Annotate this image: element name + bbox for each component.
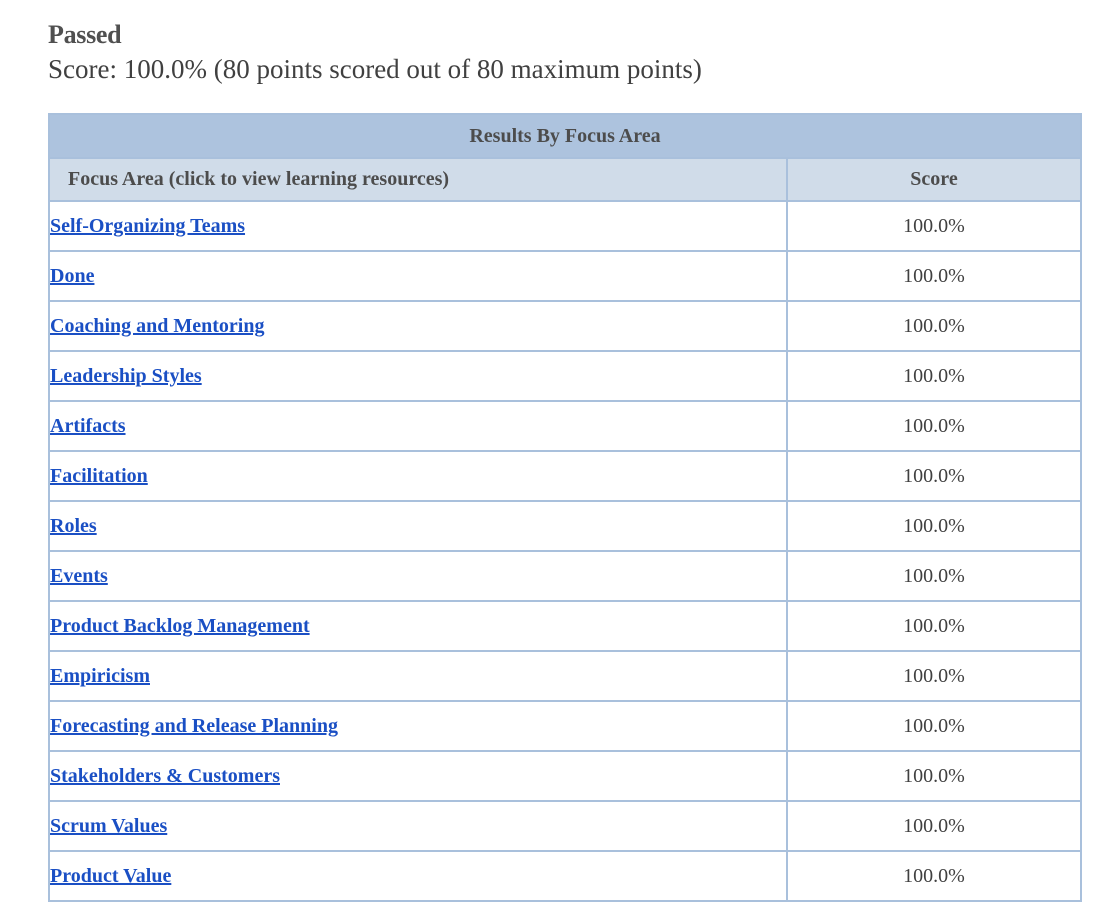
focus-area-link[interactable]: Scrum Values: [50, 815, 167, 837]
focus-area-cell: Leadership Styles: [48, 350, 788, 402]
table-body: Self-Organizing Teams 100.0% Done 100.0% Coa…: [48, 200, 1082, 902]
score-cell: 100.0%: [786, 800, 1082, 852]
focus-area-cell: Events: [48, 550, 788, 602]
focus-area-cell: Done: [48, 250, 788, 302]
result-status: Passed: [48, 20, 122, 49]
table-title: Results By Focus Area: [48, 113, 1082, 159]
score-cell: 100.0%: [786, 250, 1082, 302]
table-row: Leadership Styles 100.0%: [48, 350, 1082, 402]
focus-area-cell: Forecasting and Release Planning: [48, 700, 788, 752]
table-row: Done 100.0%: [48, 250, 1082, 302]
focus-area-cell: Self-Organizing Teams: [48, 200, 788, 252]
table-row: Events 100.0%: [48, 550, 1082, 602]
score-cell: 100.0%: [786, 400, 1082, 452]
score-cell: 100.0%: [786, 200, 1082, 252]
score-cell: 100.0%: [786, 850, 1082, 902]
score-cell: 100.0%: [786, 450, 1082, 502]
focus-area-cell: Coaching and Mentoring: [48, 300, 788, 352]
focus-area-link[interactable]: Forecasting and Release Planning: [50, 715, 338, 737]
table-header-row: Focus Area (click to view learning resou…: [48, 157, 1082, 202]
table-row: Facilitation 100.0%: [48, 450, 1082, 502]
table-row: Artifacts 100.0%: [48, 400, 1082, 452]
focus-area-cell: Product Value: [48, 850, 788, 902]
score-summary: Score: 100.0% (80 points scored out of 8…: [48, 54, 702, 84]
focus-area-link[interactable]: Empiricism: [50, 665, 150, 687]
table-row: Forecasting and Release Planning 100.0%: [48, 700, 1082, 752]
score-cell: 100.0%: [786, 600, 1082, 652]
table-row: Empiricism 100.0%: [48, 650, 1082, 702]
table-row: Scrum Values 100.0%: [48, 800, 1082, 852]
table-title-row: Results By Focus Area: [48, 113, 1082, 159]
focus-area-cell: Artifacts: [48, 400, 788, 452]
focus-area-cell: Facilitation: [48, 450, 788, 502]
score-cell: 100.0%: [786, 350, 1082, 402]
focus-area-link[interactable]: Facilitation: [50, 465, 148, 487]
table-row: Stakeholders & Customers 100.0%: [48, 750, 1082, 802]
focus-area-link[interactable]: Coaching and Mentoring: [50, 315, 264, 337]
focus-area-link[interactable]: Stakeholders & Customers: [50, 765, 280, 787]
table-row: Product Backlog Management 100.0%: [48, 600, 1082, 652]
focus-area-cell: Scrum Values: [48, 800, 788, 852]
table-row: Coaching and Mentoring 100.0%: [48, 300, 1082, 352]
table-row: Product Value 100.0%: [48, 850, 1082, 902]
focus-area-column-header: Focus Area (click to view learning resou…: [48, 157, 788, 202]
focus-area-link[interactable]: Roles: [50, 515, 97, 537]
focus-area-link[interactable]: Self-Organizing Teams: [50, 215, 245, 237]
score-cell: 100.0%: [786, 750, 1082, 802]
score-cell: 100.0%: [786, 700, 1082, 752]
focus-area-cell: Stakeholders & Customers: [48, 750, 788, 802]
score-cell: 100.0%: [786, 650, 1082, 702]
results-table: Results By Focus Area Focus Area (click …: [48, 113, 1082, 902]
score-column-header: Score: [786, 157, 1082, 202]
table-row: Roles 100.0%: [48, 500, 1082, 552]
focus-area-link[interactable]: Product Backlog Management: [50, 615, 310, 637]
score-cell: 100.0%: [786, 550, 1082, 602]
score-cell: 100.0%: [786, 300, 1082, 352]
focus-area-link[interactable]: Done: [50, 265, 94, 287]
score-cell: 100.0%: [786, 500, 1082, 552]
focus-area-cell: Roles: [48, 500, 788, 552]
table-row: Self-Organizing Teams 100.0%: [48, 200, 1082, 252]
focus-area-cell: Empiricism: [48, 650, 788, 702]
focus-area-link[interactable]: Events: [50, 565, 108, 587]
focus-area-link[interactable]: Leadership Styles: [50, 365, 202, 387]
focus-area-cell: Product Backlog Management: [48, 600, 788, 652]
focus-area-link[interactable]: Product Value: [50, 865, 171, 887]
focus-area-link[interactable]: Artifacts: [50, 415, 126, 437]
